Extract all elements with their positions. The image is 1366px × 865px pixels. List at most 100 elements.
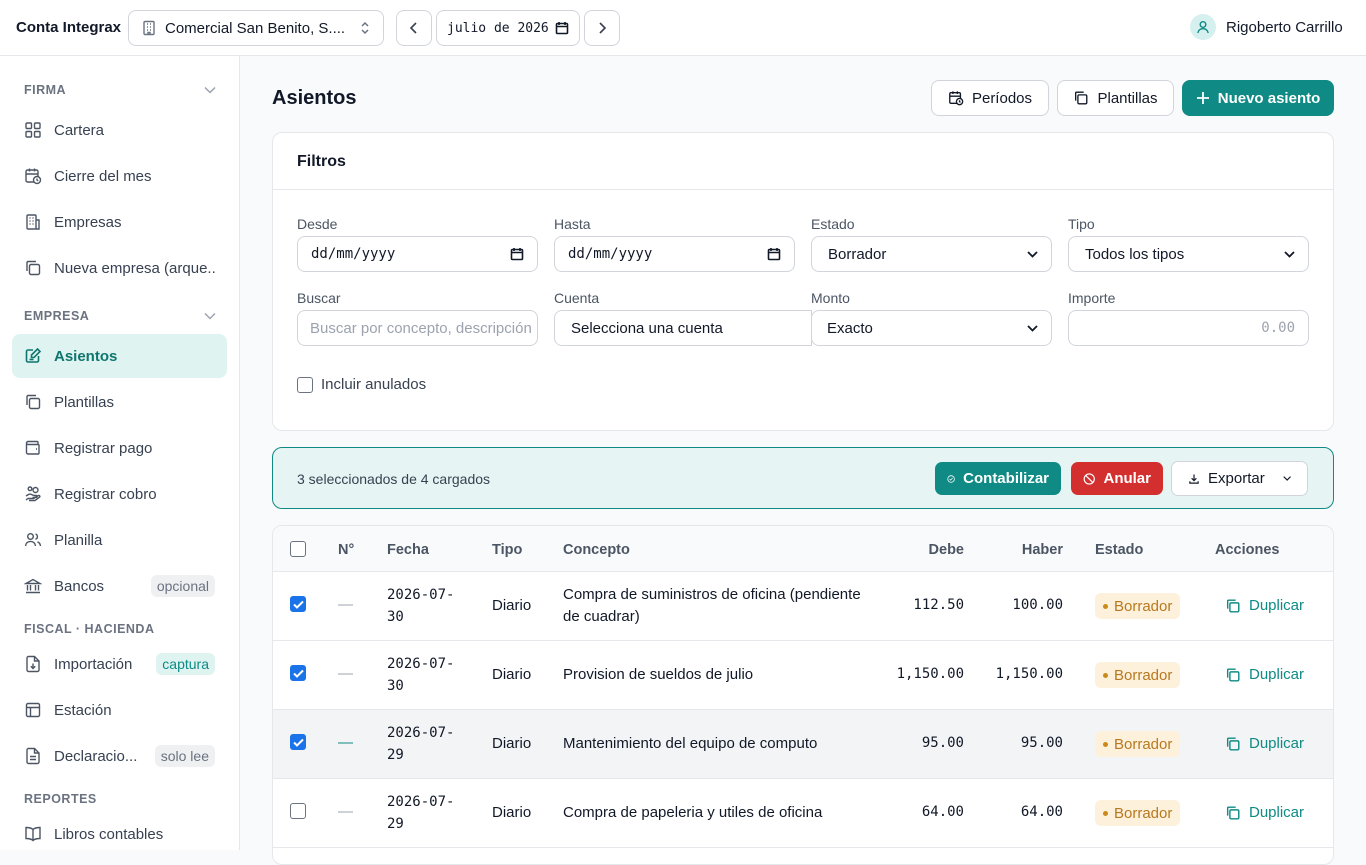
duplicate-button[interactable]: Duplicar xyxy=(1225,666,1304,683)
desde-value: dd/mm/yyyy xyxy=(311,246,396,262)
user-name: Rigoberto Carrillo xyxy=(1226,18,1343,36)
month-value: julio de 2026 xyxy=(447,20,549,36)
prev-month-button[interactable] xyxy=(396,10,432,46)
sidebar-item-label: Cierre del mes xyxy=(54,167,152,185)
nuevo-asiento-button[interactable]: Nuevo asiento xyxy=(1182,80,1334,116)
section-empresa[interactable]: EMPRESA xyxy=(24,309,216,323)
sidebar-item-cierre[interactable]: Cierre del mes xyxy=(12,154,227,198)
incluir-anulados[interactable]: Incluir anulados xyxy=(297,376,426,393)
sidebar-item-registrar-pago[interactable]: Registrar pago xyxy=(12,426,227,470)
row-fecha: 2026-07- 29 xyxy=(387,791,467,835)
row-fecha-line2: 29 xyxy=(387,816,404,832)
user-menu[interactable]: Rigoberto Carrillo xyxy=(1190,14,1343,40)
search-input[interactable]: Buscar por concepto, descripción xyxy=(297,310,538,346)
col-concepto[interactable]: Concepto xyxy=(563,542,630,558)
row-checkbox[interactable] xyxy=(290,734,306,750)
table-row[interactable]: — 2026-07- 29 Diario Compra de papeleria … xyxy=(273,779,1333,848)
download-icon xyxy=(1189,473,1199,484)
importe-label: Importe xyxy=(1068,290,1116,306)
section-fiscal: FISCAL · HACIENDA xyxy=(24,622,216,636)
sidebar-item-label: Nueva empresa (arque... xyxy=(54,259,215,277)
table-row[interactable]: — 2026-07- 30 Diario Compra de suministro… xyxy=(273,572,1333,641)
sidebar-item-label: Registrar cobro xyxy=(54,485,157,503)
row-checkbox[interactable] xyxy=(290,596,306,612)
tipo-value: Todos los tipos xyxy=(1085,245,1185,263)
copy-icon xyxy=(1226,599,1240,612)
sidebar-item-declaraciones[interactable]: Declaracio... solo lee xyxy=(12,734,227,778)
duplicate-button[interactable]: Duplicar xyxy=(1225,597,1304,614)
sidebar-item-plantillas[interactable]: Plantillas xyxy=(12,380,227,424)
col-debe[interactable]: Debe xyxy=(929,542,964,558)
select-all-checkbox[interactable] xyxy=(290,541,306,557)
status-badge: Borrador xyxy=(1095,593,1181,619)
incluir-anulados-checkbox[interactable] xyxy=(297,376,313,393)
calendar-icon[interactable] xyxy=(555,21,569,35)
row-checkbox[interactable] xyxy=(290,665,306,681)
building-icon xyxy=(26,214,40,230)
grid-icon xyxy=(25,122,41,138)
exportar-button[interactable]: Exportar xyxy=(1171,461,1308,496)
chevron-down-icon xyxy=(204,86,216,94)
chevron-left-icon xyxy=(409,22,417,34)
sidebar-item-nueva-empresa[interactable]: Nueva empresa (arque... xyxy=(12,246,227,290)
col-estado[interactable]: Estado xyxy=(1095,542,1143,558)
month-input[interactable]: julio de 2026 xyxy=(436,10,580,46)
monto-select[interactable]: Exacto xyxy=(811,310,1052,346)
buscar-label: Buscar xyxy=(297,290,341,306)
estado-select[interactable]: Borrador xyxy=(811,236,1052,272)
col-haber[interactable]: Haber xyxy=(1022,542,1063,558)
layout-icon xyxy=(25,702,41,718)
tipo-select[interactable]: Todos los tipos xyxy=(1068,236,1309,272)
duplicate-button[interactable]: Duplicar xyxy=(1225,735,1304,752)
calendar-icon[interactable] xyxy=(510,247,524,261)
duplicate-label: Duplicar xyxy=(1249,804,1305,821)
hasta-value: dd/mm/yyyy xyxy=(568,246,653,262)
sidebar-item-registrar-cobro[interactable]: Registrar cobro xyxy=(12,472,227,516)
capture-badge: captura xyxy=(156,653,215,675)
check-icon xyxy=(292,738,304,747)
sidebar-item-estacion[interactable]: Estación xyxy=(12,688,227,732)
section-firma[interactable]: FIRMA xyxy=(24,83,216,97)
col-acciones: Acciones xyxy=(1215,542,1280,558)
col-tipo[interactable]: Tipo xyxy=(492,542,522,558)
row-checkbox[interactable] xyxy=(290,803,306,819)
sidebar-item-cartera[interactable]: Cartera xyxy=(12,108,227,152)
hasta-label: Hasta xyxy=(554,216,591,232)
row-fecha-line2: 30 xyxy=(387,678,404,694)
anular-button[interactable]: Anular xyxy=(1071,462,1163,495)
sidebar-item-bancos[interactable]: Bancos opcional xyxy=(12,564,227,608)
col-fecha[interactable]: Fecha xyxy=(387,542,429,558)
duplicate-button[interactable]: Duplicar xyxy=(1225,804,1304,821)
nuevo-asiento-label: Nuevo asiento xyxy=(1217,89,1321,107)
row-concepto: Provision de sueldos de julio xyxy=(563,666,754,683)
calendar-icon[interactable] xyxy=(767,247,781,261)
next-month-button[interactable] xyxy=(584,10,620,46)
table-row[interactable]: — 2026-07- 29 Diario Mantenimiento del eq… xyxy=(273,710,1333,779)
sidebar-item-label: Asientos xyxy=(54,347,118,365)
asientos-table: N° Fecha Tipo Concepto Debe Haber Estado… xyxy=(272,525,1334,865)
hasta-input[interactable]: dd/mm/yyyy xyxy=(554,236,795,272)
cuenta-combobox[interactable]: Selecciona una cuenta xyxy=(554,310,812,346)
sidebar-item-libros[interactable]: Libros contables xyxy=(12,812,227,856)
importe-input[interactable]: 0.00 xyxy=(1068,310,1309,346)
chevron-down-icon xyxy=(204,312,216,320)
row-debe: 112.50 xyxy=(913,597,964,613)
status-dot xyxy=(1103,672,1108,678)
col-num[interactable]: N° xyxy=(338,542,354,558)
top-bar: Conta Integrax Comercial San Benito, S..… xyxy=(0,0,1366,56)
company-select[interactable]: Comercial San Benito, S.... xyxy=(128,10,384,46)
sidebar-item-empresas[interactable]: Empresas xyxy=(12,200,227,244)
sidebar-item-importacion[interactable]: Importación captura xyxy=(12,642,227,686)
estado-value: Borrador xyxy=(828,245,887,263)
sidebar-item-planilla[interactable]: Planilla xyxy=(12,518,227,562)
bulk-actions-bar: 3 seleccionados de 4 cargados Contabiliz… xyxy=(272,447,1334,509)
sidebar-item-asientos[interactable]: Asientos xyxy=(12,334,227,378)
plantillas-button[interactable]: Plantillas xyxy=(1057,80,1174,116)
chevron-right-icon xyxy=(599,22,607,34)
periodos-button[interactable]: Períodos xyxy=(931,80,1049,116)
sidebar-item-label: Declaracio... xyxy=(54,747,138,765)
contabilizar-button[interactable]: Contabilizar xyxy=(935,462,1061,495)
table-row[interactable]: — 2026-07- 30 Diario Provision de sueldos… xyxy=(273,641,1333,710)
avatar xyxy=(1190,14,1216,40)
desde-input[interactable]: dd/mm/yyyy xyxy=(297,236,538,272)
